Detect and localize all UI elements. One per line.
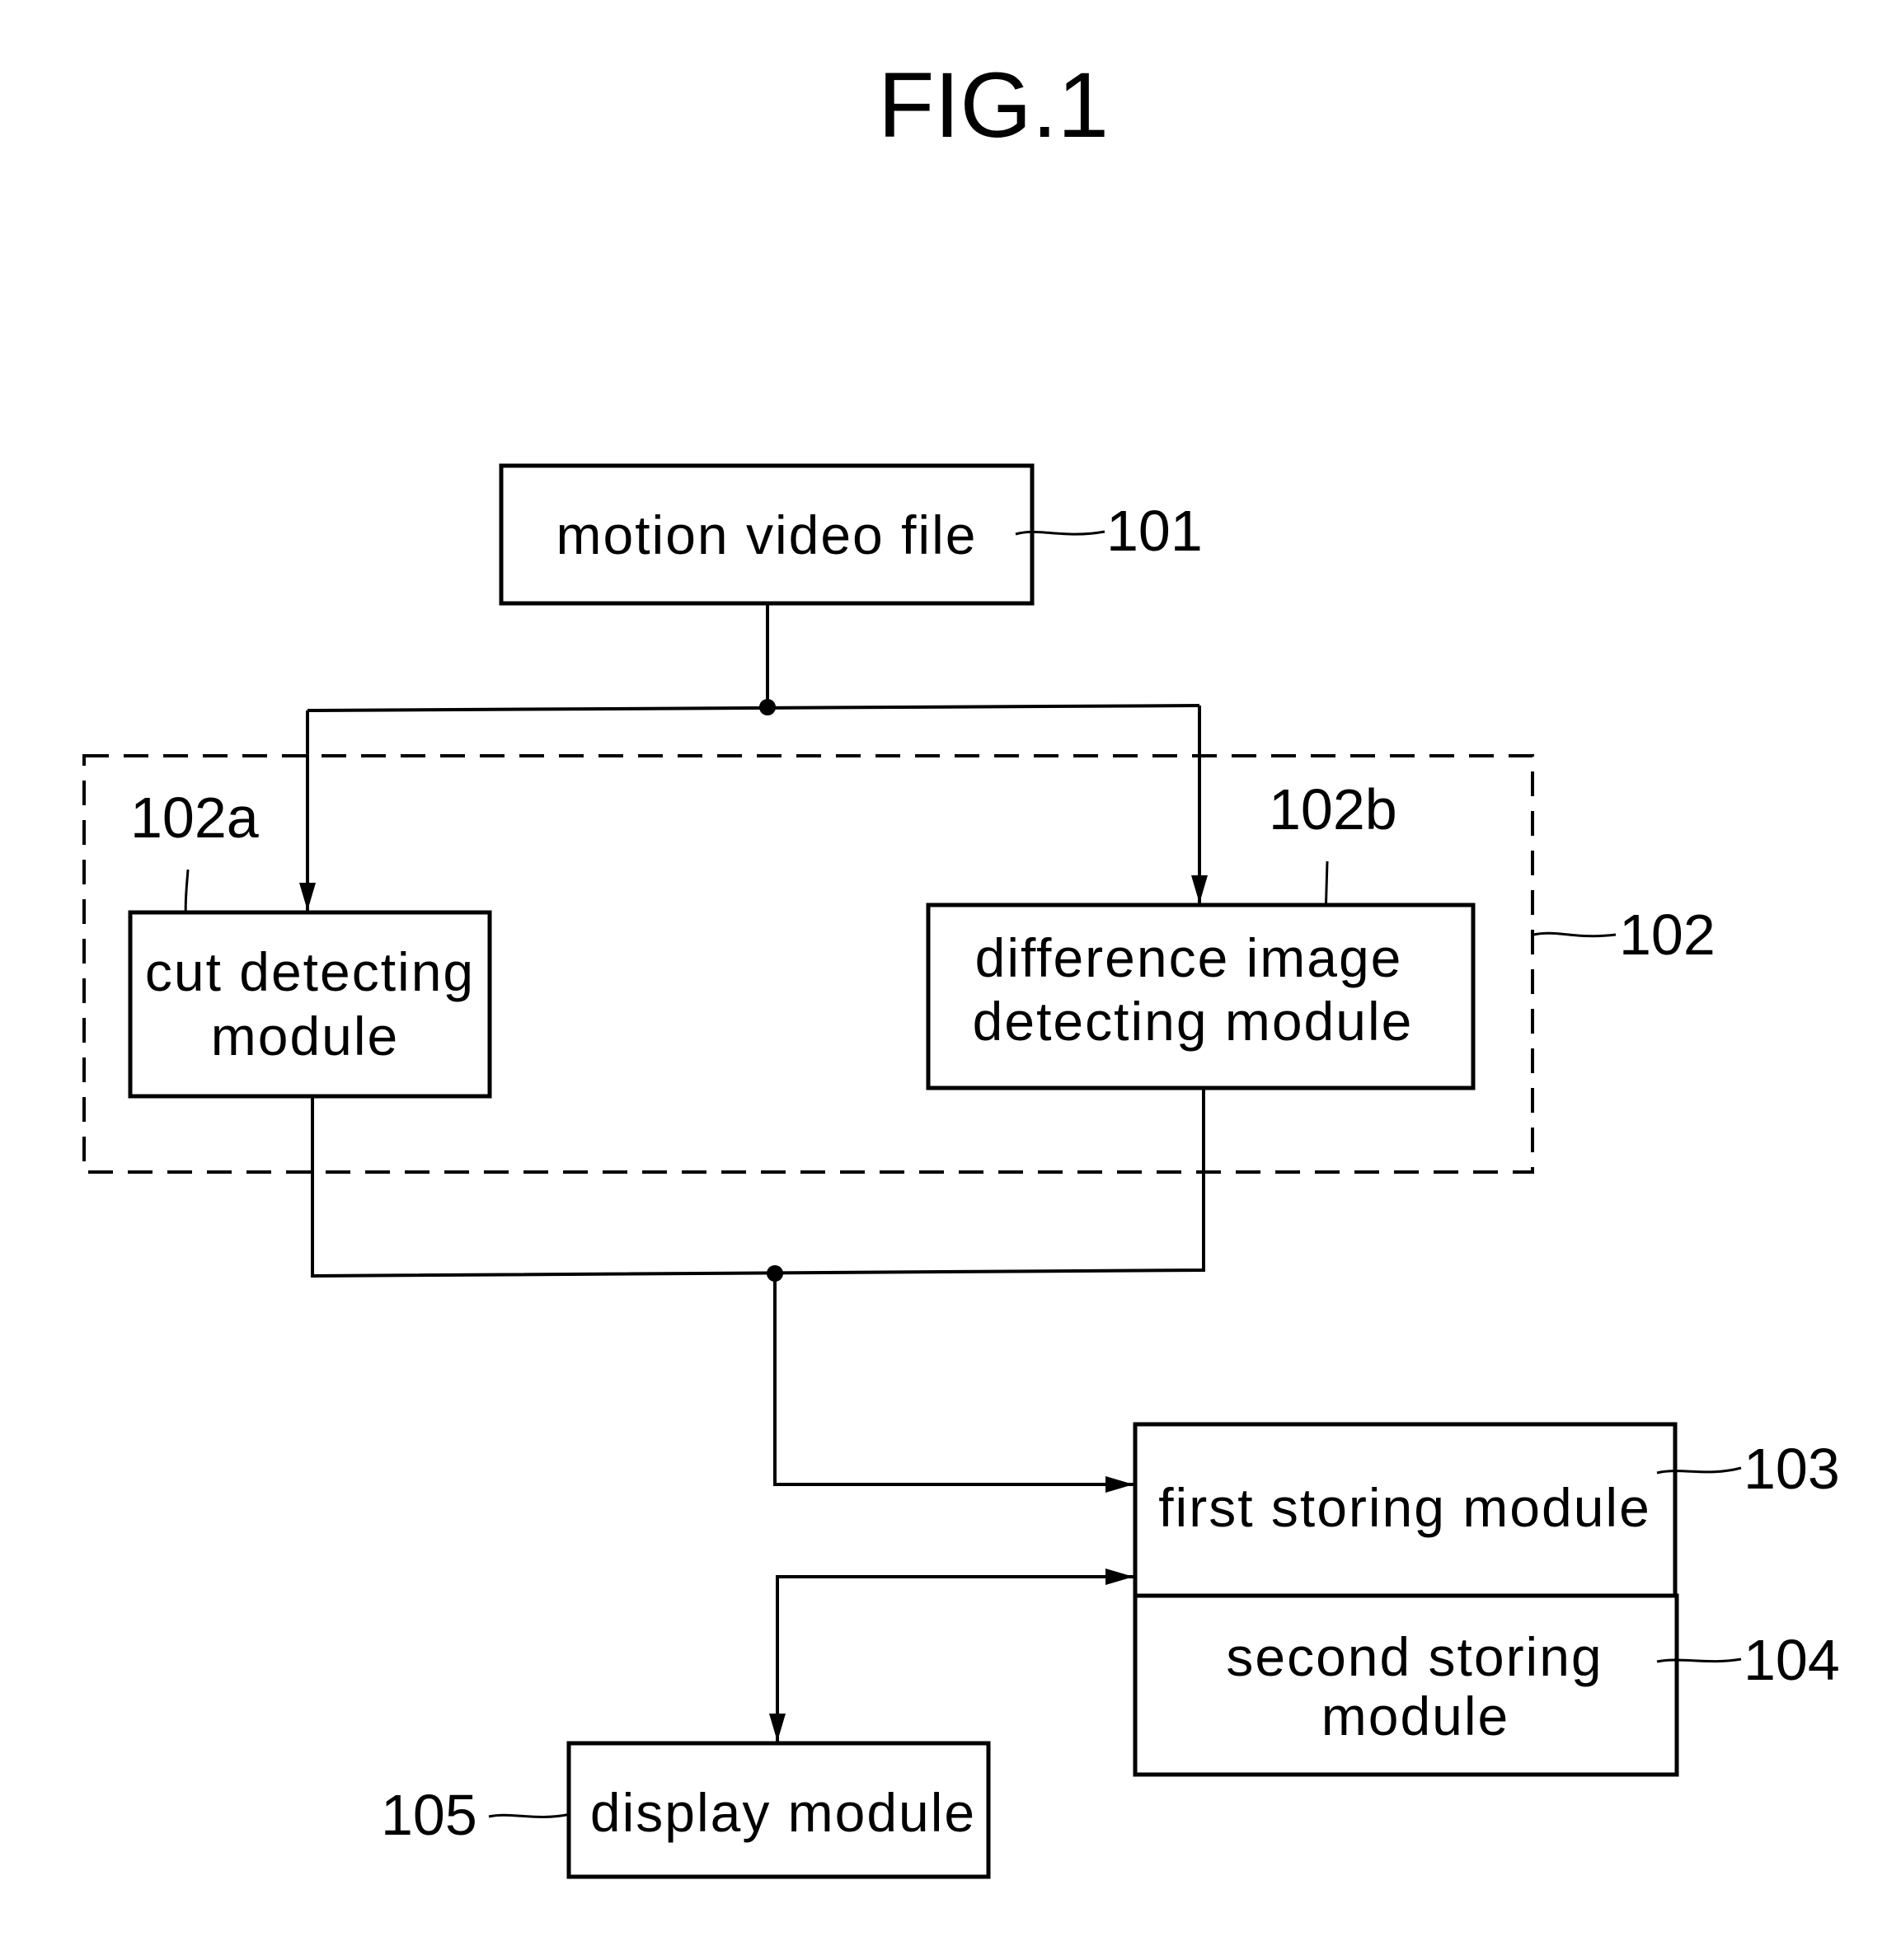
display-module-block[interactable]: display module (566, 1741, 991, 1879)
wire-storing-display-link (776, 1568, 1134, 1742)
motion-video-file-block[interactable]: motion video file (499, 463, 1035, 606)
ref-label-102: 102 (1619, 903, 1716, 967)
second-storing-module-block[interactable]: second storing module (1133, 1593, 1679, 1777)
leader-line-104 (1656, 1658, 1742, 1663)
difference-image-detecting-module-block[interactable]: difference image detecting module (926, 903, 1476, 1090)
display-module-label: display module (590, 1782, 976, 1843)
second-storing-module-label-line2: module (1321, 1686, 1509, 1747)
wire-split-horizontal (307, 704, 1200, 712)
cut-detecting-module-block[interactable]: cut detecting module (128, 910, 492, 1099)
difference-image-module-label-line1: difference image (975, 927, 1403, 988)
block-diagram: FIG.1 102 motion video file 101 102a cut… (82, 54, 1840, 1879)
figure-title: FIG.1 (878, 54, 1109, 157)
first-storing-module-label: first storing module (1158, 1477, 1651, 1538)
wire-merge (311, 1088, 1205, 1278)
ref-label-104: 104 (1744, 1628, 1840, 1692)
first-storing-module-block[interactable]: first storing module (1133, 1422, 1678, 1598)
ref-label-102b: 102b (1269, 777, 1397, 842)
cut-detecting-module-label-line2: module (211, 1006, 399, 1067)
leader-line-102 (1533, 931, 1617, 938)
difference-image-module-label-line2: detecting module (973, 991, 1414, 1052)
leader-line-105 (488, 1812, 571, 1818)
ref-label-102a: 102a (130, 785, 259, 850)
ref-label-105: 105 (381, 1783, 477, 1847)
motion-video-file-label: motion video file (556, 504, 978, 565)
second-storing-module-label-line1: second storing (1226, 1626, 1603, 1687)
ref-label-101: 101 (1106, 499, 1203, 563)
ref-label-103: 103 (1744, 1437, 1840, 1501)
cut-detecting-module-label-line1: cut detecting (145, 941, 475, 1002)
wire-to-first-storing (773, 1273, 1134, 1493)
